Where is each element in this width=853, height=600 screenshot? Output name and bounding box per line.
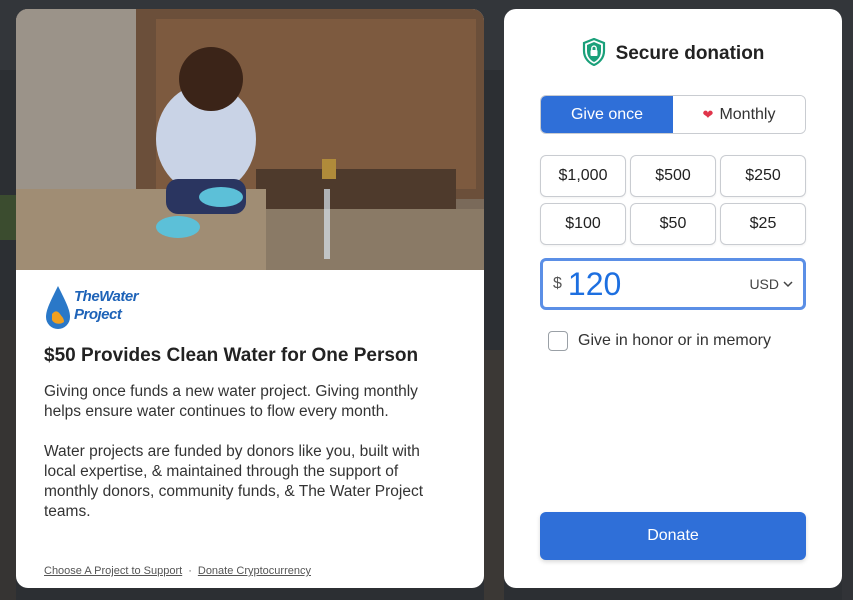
project-info-card: TheWater Project $50 Provides Clean Wate… — [16, 9, 484, 588]
give-once-option[interactable]: Give once — [541, 96, 673, 133]
logo-text-line2: Project — [74, 306, 122, 323]
card-paragraph-2: Water projects are funded by donors like… — [44, 443, 424, 520]
donation-form-card: Secure donation Give once ❤ Monthly $1,0… — [504, 9, 842, 588]
frequency-toggle: Give once ❤ Monthly — [540, 95, 806, 134]
monthly-label: Monthly — [719, 105, 776, 123]
donation-title: Secure donation — [615, 43, 765, 64]
honor-label: Give in honor or in memory — [578, 332, 771, 349]
honor-memory-option[interactable]: Give in honor or in memory — [548, 331, 771, 351]
amount-option-1000[interactable]: $1,000 — [540, 155, 626, 197]
water-project-logo: TheWater Project — [44, 284, 154, 332]
currency-select[interactable]: USD — [749, 276, 793, 292]
link-separator: · — [188, 565, 192, 577]
project-photo — [16, 9, 484, 270]
currency-code: USD — [749, 276, 779, 292]
amount-value[interactable]: 120 — [568, 266, 750, 303]
donate-crypto-link[interactable]: Donate Cryptocurrency — [198, 565, 311, 577]
choose-project-link[interactable]: Choose A Project to Support — [44, 565, 182, 577]
donate-button[interactable]: Donate — [540, 512, 806, 560]
card-title: $50 Provides Clean Water for One Person — [44, 345, 419, 366]
honor-checkbox[interactable] — [548, 331, 568, 351]
shield-lock-icon — [582, 37, 606, 71]
amount-option-100[interactable]: $100 — [540, 203, 626, 245]
amount-option-25[interactable]: $25 — [720, 203, 806, 245]
donation-header: Secure donation — [504, 37, 842, 71]
amount-option-250[interactable]: $250 — [720, 155, 806, 197]
logo-text-line1: TheWater — [74, 288, 139, 305]
card-paragraph-1: Giving once funds a new water project. G… — [44, 383, 418, 420]
amount-option-50[interactable]: $50 — [630, 203, 716, 245]
currency-symbol: $ — [553, 275, 562, 292]
preset-amounts: $1,000 $500 $250 $100 $50 $25 — [540, 155, 806, 245]
card-links: Choose A Project to Support · Donate Crypt… — [44, 565, 311, 577]
heart-icon: ❤ — [702, 106, 714, 122]
chevron-down-icon — [783, 281, 793, 288]
custom-amount-field[interactable]: $ 120 USD — [540, 258, 806, 310]
monthly-option[interactable]: ❤ Monthly — [673, 96, 805, 133]
amount-option-500[interactable]: $500 — [630, 155, 716, 197]
